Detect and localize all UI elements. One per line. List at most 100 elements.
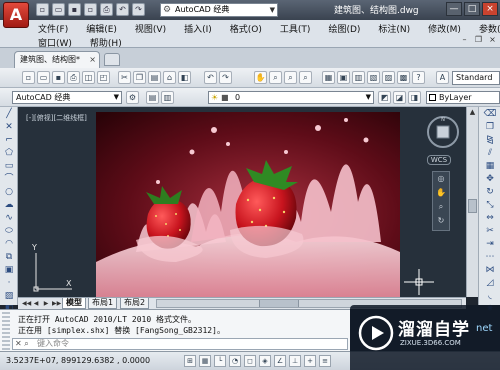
doc-restore-button[interactable]: ❐ [473, 35, 484, 46]
arc-icon[interactable]: ⌒ [2, 174, 16, 185]
redo-icon[interactable]: ↷ [219, 71, 232, 84]
layer-selector[interactable]: ☀ ■ 0 ▼ [208, 91, 374, 104]
make-current-layer-icon[interactable]: ◩ [378, 91, 391, 104]
viewcube-compass[interactable]: N [426, 115, 460, 149]
menu-format[interactable]: 格式(O) [230, 22, 262, 35]
break-icon[interactable]: ⋯ [483, 252, 497, 263]
ellipse-arc-icon[interactable]: ◠ [2, 239, 16, 250]
fillet-icon[interactable]: ◟ [483, 291, 497, 302]
menu-tools[interactable]: 工具(T) [280, 22, 311, 35]
publish-icon[interactable]: ◰ [97, 71, 110, 84]
first-layout-icon[interactable]: ◀◀ [22, 299, 31, 308]
new-tab-button[interactable] [104, 53, 120, 66]
properties-icon[interactable]: ▦ [322, 71, 335, 84]
doc-minimize-button[interactable]: – [459, 35, 470, 46]
minimize-button[interactable]: — [446, 2, 462, 16]
menu-view[interactable]: 视图(V) [135, 22, 166, 35]
print-icon[interactable]: ⎙ [67, 71, 80, 84]
plot-icon[interactable]: ⎙ [100, 3, 113, 16]
snap-mode-icon[interactable]: ⊞ [184, 355, 196, 367]
pan-icon[interactable]: ✋ [433, 186, 449, 200]
open-file-icon[interactable]: ▭ [52, 3, 65, 16]
revision-cloud-icon[interactable]: ☁ [2, 200, 16, 211]
wcs-menu[interactable]: WCS [427, 155, 451, 165]
tab-layout1[interactable]: 布局1 [88, 298, 118, 309]
markup-icon[interactable]: ▨ [382, 71, 395, 84]
object-snap-tracking-icon[interactable]: ∠ [274, 355, 286, 367]
spline-icon[interactable]: ∿ [2, 213, 16, 224]
menu-dimension[interactable]: 标注(N) [378, 22, 410, 35]
paste-icon[interactable]: ▤ [148, 71, 161, 84]
next-layout-icon[interactable]: ▶ [42, 299, 50, 308]
last-layout-icon[interactable]: ▶▶ [52, 299, 61, 308]
scrollbar-thumb[interactable] [259, 300, 299, 307]
ellipse-icon[interactable]: ⬭ [2, 226, 16, 237]
hatch-icon[interactable]: ▨ [2, 291, 16, 302]
scrollbar-thumb[interactable] [468, 199, 477, 213]
layer-states-icon[interactable]: ▥ [161, 91, 174, 104]
menu-modify[interactable]: 修改(M) [428, 22, 461, 35]
text-style-selector[interactable]: Standard [452, 71, 500, 85]
quickcalc-icon[interactable]: ▩ [397, 71, 410, 84]
sheet-set-icon[interactable]: ▧ [367, 71, 380, 84]
rotate-icon[interactable]: ↻ [483, 187, 497, 198]
menu-insert[interactable]: 插入(I) [184, 22, 212, 35]
viewport-controls-label[interactable]: [-][俯视][二维线框] [26, 113, 87, 123]
layer-properties-icon[interactable]: ▤ [146, 91, 159, 104]
close-button[interactable]: × [482, 2, 498, 16]
workspace-settings-icon[interactable]: ⚙ [126, 91, 139, 104]
command-window-grip[interactable] [2, 312, 10, 350]
prev-layout-icon[interactable]: ◀ [32, 299, 40, 308]
undo-icon[interactable]: ↶ [204, 71, 217, 84]
zoom-realtime-icon[interactable]: ⌕ [269, 71, 282, 84]
join-icon[interactable]: ⋈ [483, 265, 497, 276]
rectangle-icon[interactable]: ▭ [2, 161, 16, 172]
close-tab-icon[interactable]: × [89, 52, 96, 67]
coordinate-readout[interactable]: 3.5237E+07, 899129.6382 , 0.0000 [6, 356, 150, 365]
document-tab[interactable]: 建筑图、结构图* × [14, 51, 100, 68]
orbit-icon[interactable]: ↻ [433, 214, 449, 228]
copy-object-icon[interactable]: ❐ [483, 122, 497, 133]
layer-previous-icon[interactable]: ◪ [393, 91, 406, 104]
preview-icon[interactable]: ◫ [82, 71, 95, 84]
color-selector[interactable]: ByLayer [426, 91, 500, 104]
polyline-icon[interactable]: ⌐ [2, 135, 16, 146]
block-editor-icon[interactable]: ◧ [178, 71, 191, 84]
undo-icon[interactable]: ↶ [116, 3, 129, 16]
insert-block-icon[interactable]: ⧉ [2, 252, 16, 263]
mirror-icon[interactable]: ⧎ [483, 135, 497, 146]
circle-icon[interactable]: ○ [2, 187, 16, 198]
array-icon[interactable]: ▦ [483, 161, 497, 172]
tab-layout2[interactable]: 布局2 [120, 298, 150, 309]
copy-icon[interactable]: ❐ [133, 71, 146, 84]
vertical-scrollbar[interactable]: ▲ [466, 107, 478, 297]
construction-line-icon[interactable]: ✕ [2, 122, 16, 133]
application-menu-button[interactable]: A [3, 2, 29, 28]
dynamic-input-icon[interactable]: + [304, 355, 316, 367]
new-icon[interactable]: ▫ [22, 71, 35, 84]
doc-close-button[interactable]: × [487, 35, 498, 46]
close-icon[interactable]: ✕ ⌕ [15, 339, 29, 349]
zoom-window-icon[interactable]: ⌕ [284, 71, 297, 84]
tool-palettes-icon[interactable]: ▥ [352, 71, 365, 84]
menu-parametric[interactable]: 参数(P) [479, 22, 500, 35]
workspace-selector[interactable]: ⚙ AutoCAD 经典 ▼ [160, 3, 278, 17]
tab-model[interactable]: 模型 [62, 298, 86, 309]
steering-wheel-icon[interactable]: ◎ [433, 172, 449, 186]
3d-object-snap-icon[interactable]: ◈ [259, 355, 271, 367]
match-properties-icon[interactable]: ⌂ [163, 71, 176, 84]
chamfer-icon[interactable]: ◿ [483, 278, 497, 289]
new-file-icon[interactable]: ▫ [36, 3, 49, 16]
open-icon[interactable]: ▭ [37, 71, 50, 84]
grid-display-icon[interactable]: ▦ [199, 355, 211, 367]
help-icon[interactable]: ? [412, 71, 425, 84]
layer-match-icon[interactable]: ◨ [408, 91, 421, 104]
scale-icon[interactable]: ⤡ [483, 200, 497, 211]
design-center-icon[interactable]: ▣ [337, 71, 350, 84]
object-snap-icon[interactable]: ◻ [244, 355, 256, 367]
polygon-icon[interactable]: ⬠ [2, 148, 16, 159]
lineweight-icon[interactable]: ≡ [319, 355, 331, 367]
line-icon[interactable]: ╱ [2, 109, 16, 120]
make-block-icon[interactable]: ▣ [2, 265, 16, 276]
stretch-icon[interactable]: ⇔ [483, 213, 497, 224]
